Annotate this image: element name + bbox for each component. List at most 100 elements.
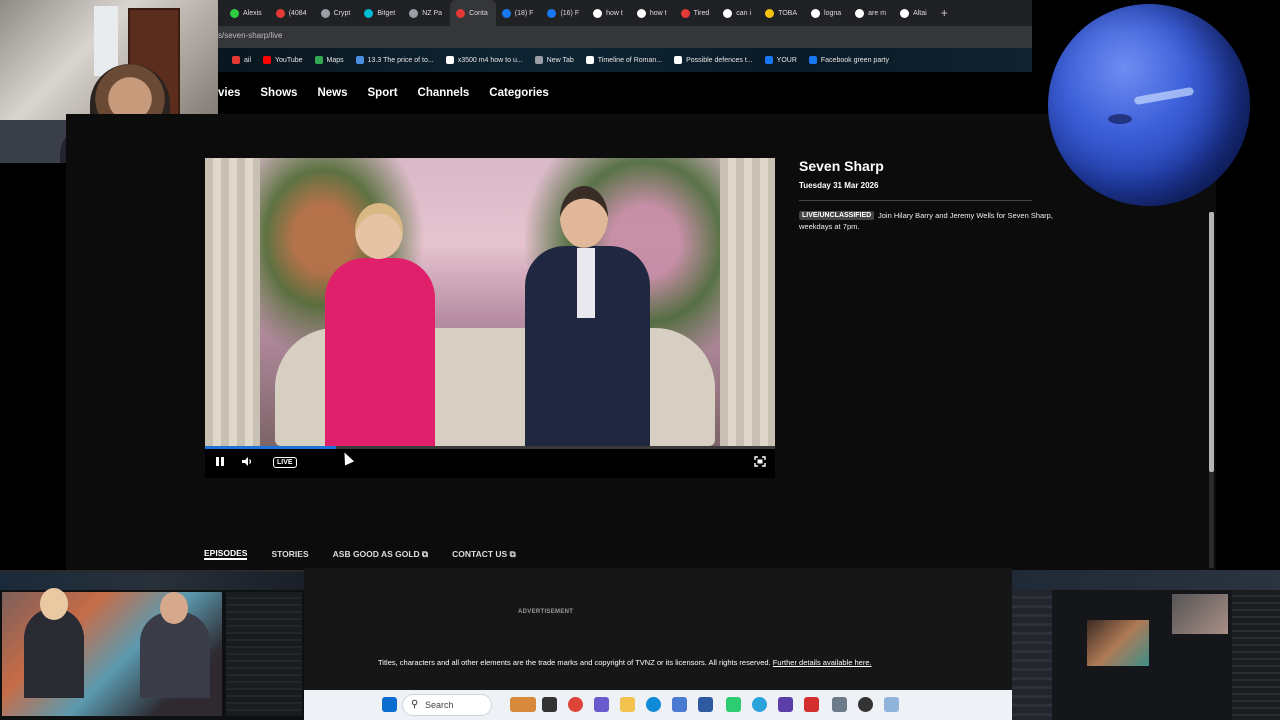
- bookmark-label: YouTube: [275, 56, 303, 64]
- scrollbar-thumb[interactable]: [1209, 212, 1214, 472]
- browser-tab-label: Crypt: [333, 9, 351, 17]
- browser-tab[interactable]: NZ Pa: [403, 0, 450, 26]
- app-icon-3[interactable]: [726, 697, 741, 712]
- browser-tab[interactable]: TOBA: [759, 0, 805, 26]
- live-badge[interactable]: LIVE: [273, 457, 297, 468]
- chrome-icon[interactable]: [568, 697, 583, 712]
- tab-stories[interactable]: STORIES: [271, 549, 308, 559]
- nav-item-sport[interactable]: Sport: [368, 87, 398, 99]
- pause-icon[interactable]: [215, 456, 225, 470]
- browser-tab-label: logna: [824, 9, 842, 17]
- nav-item-categories[interactable]: Categories: [489, 87, 548, 99]
- bookmark-item[interactable]: YouTube: [263, 56, 303, 64]
- browser-tab[interactable]: (4084: [270, 0, 315, 26]
- app-icon-2[interactable]: [672, 697, 687, 712]
- bookmark-item[interactable]: Timeline of Roman...: [585, 56, 662, 64]
- bookmark-label: New Tab: [546, 56, 574, 64]
- widgets-icon[interactable]: [510, 697, 536, 712]
- edge-icon[interactable]: [646, 697, 661, 712]
- file-explorer-icon[interactable]: [620, 697, 635, 712]
- browser-tab-label: NZ Pa: [422, 9, 443, 17]
- bookmark-label: Possible defences t...: [686, 56, 753, 64]
- bookmark-item[interactable]: Possible defences t...: [674, 56, 753, 64]
- browser-tab[interactable]: can i: [717, 0, 759, 26]
- browser-tab[interactable]: (16) F: [541, 0, 587, 26]
- browser-tab[interactable]: how t: [631, 0, 675, 26]
- windows-start-icon[interactable]: [382, 697, 397, 712]
- app-icon-1[interactable]: [594, 697, 609, 712]
- tab-favicon-icon: [320, 8, 330, 18]
- tab-favicon-icon: [409, 8, 419, 18]
- browser-tab-label: (18) F: [514, 9, 534, 17]
- bookmark-label: Maps: [326, 56, 344, 64]
- tab-favicon-icon: [811, 8, 821, 18]
- tab-asb-good-as-gold[interactable]: ASB GOOD AS GOLD ⧉: [333, 549, 428, 560]
- telegram-icon[interactable]: [752, 697, 767, 712]
- url-text[interactable]: s/seven-sharp/live: [218, 31, 282, 40]
- bookmark-favicon-icon: [355, 56, 364, 64]
- new-tab-button[interactable]: +: [935, 6, 954, 20]
- bookmark-favicon-icon: [263, 56, 272, 64]
- fullscreen-icon[interactable]: [754, 456, 766, 470]
- copyright-text: Titles, characters and all other element…: [378, 658, 872, 667]
- browser-tab[interactable]: Bitget: [358, 0, 403, 26]
- nav-item-news[interactable]: News: [317, 87, 347, 99]
- browser-tab[interactable]: Tired: [675, 0, 718, 26]
- taskbar-search[interactable]: ⚲ Search: [402, 694, 492, 716]
- further-details-link[interactable]: Further details available here.: [773, 658, 872, 667]
- tab-favicon-icon: [275, 8, 285, 18]
- tab-episodes[interactable]: EPISODES: [204, 548, 248, 560]
- app-icon-5[interactable]: [804, 697, 819, 712]
- app-icon-4[interactable]: [778, 697, 793, 712]
- stream-overlay-right: [1012, 570, 1280, 720]
- nav-item-shows[interactable]: Shows: [260, 87, 297, 99]
- bookmark-item[interactable]: YOUR: [764, 56, 797, 64]
- app-icon-6[interactable]: [884, 697, 899, 712]
- stream-overlay-left: [0, 570, 304, 720]
- bookmark-favicon-icon: [534, 56, 543, 64]
- tab-contact-us[interactable]: CONTACT US ⧉: [452, 549, 516, 560]
- set-curtain-right: [720, 158, 775, 446]
- tab-favicon-icon: [680, 8, 690, 18]
- bookmark-item[interactable]: New Tab: [534, 56, 574, 64]
- bookmark-favicon-icon: [585, 56, 594, 64]
- browser-tab[interactable]: Crypt: [315, 0, 359, 26]
- browser-tab[interactable]: how t: [587, 0, 631, 26]
- browser-tab[interactable]: logna: [805, 0, 849, 26]
- nav-item-channels[interactable]: Channels: [418, 87, 470, 99]
- browser-tab[interactable]: Altai: [894, 0, 935, 26]
- tab-favicon-icon: [765, 8, 775, 18]
- browser-tab-label: how t: [606, 9, 623, 17]
- bookmark-item[interactable]: 13.3 The price of to...: [355, 56, 434, 64]
- bookmark-label: ail: [244, 56, 252, 64]
- presenter-left: [315, 203, 445, 446]
- show-tabs: EPISODES STORIES ASB GOOD AS GOLD ⧉ CONT…: [204, 546, 516, 562]
- bookmark-item[interactable]: Maps: [314, 56, 344, 64]
- volume-icon[interactable]: [241, 456, 253, 470]
- browser-tab[interactable]: are m: [849, 0, 894, 26]
- browser-tab[interactable]: Conta: [450, 0, 496, 26]
- tab-favicon-icon: [723, 8, 733, 18]
- tab-favicon-icon: [593, 8, 603, 18]
- video-frame[interactable]: [205, 158, 775, 446]
- bookmark-item[interactable]: x3500 m4 how to u...: [445, 56, 523, 64]
- settings-icon[interactable]: [832, 697, 847, 712]
- tab-favicon-icon: [900, 8, 910, 18]
- bookmark-item[interactable]: Facebook green party: [808, 56, 889, 64]
- obs-icon[interactable]: [858, 697, 873, 712]
- site-nav: vies Shows News Sport Channels Categorie…: [218, 72, 549, 114]
- bookmarks-bar: ail YouTube Maps 13.3 The price of to... x35…: [218, 48, 1032, 72]
- video-player[interactable]: LIVE: [205, 158, 775, 478]
- copyright-body: Titles, characters and all other element…: [378, 658, 771, 667]
- store-icon[interactable]: [698, 697, 713, 712]
- bookmark-label: Facebook green party: [820, 56, 889, 64]
- bookmark-favicon-icon: [764, 56, 773, 64]
- bookmark-label: 13.3 The price of to...: [367, 56, 434, 64]
- bookmark-item[interactable]: ail: [232, 56, 251, 64]
- browser-tab[interactable]: (18) F: [496, 0, 542, 26]
- nav-item-movies[interactable]: vies: [218, 87, 240, 99]
- address-bar[interactable]: s/seven-sharp/live: [218, 26, 1032, 48]
- browser-tab[interactable]: Alexis: [224, 0, 270, 26]
- neptune-overlay: [1048, 4, 1250, 206]
- task-view-icon[interactable]: [542, 697, 557, 712]
